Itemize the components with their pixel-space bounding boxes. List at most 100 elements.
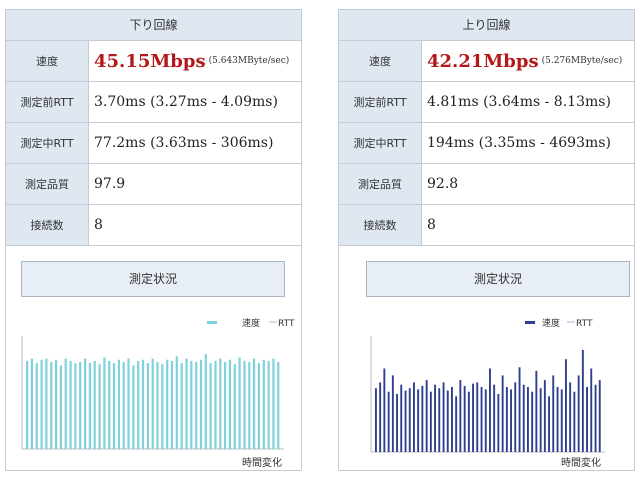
- upload-speed-bar: [451, 387, 453, 452]
- download-connections-row: 接続数 8: [6, 205, 301, 246]
- upload-speed-bar: [539, 388, 542, 452]
- upload-speed-bar: [535, 370, 538, 452]
- upload-speed-bar: [463, 385, 466, 452]
- upload-pre-rtt-label: 測定前RTT: [339, 82, 422, 122]
- upload-speed-bar: [590, 368, 593, 452]
- download-speed-bar: [132, 365, 135, 449]
- upload-quality-label: 測定品質: [339, 164, 422, 204]
- download-speed-bar: [170, 360, 174, 449]
- download-speed-row: 速度 45.15Mbps (5.643MByte/sec): [6, 41, 301, 82]
- upload-speed-bar: [446, 390, 449, 452]
- upload-speed-bar: [598, 380, 601, 452]
- download-speed-bar: [79, 362, 82, 449]
- upload-speed-row: 速度 42.21Mbps (5.276MByte/sec): [339, 41, 634, 82]
- download-quality-value: 97.9: [94, 176, 126, 192]
- upload-mid-rtt-row: 測定中RTT 194ms (3.35ms - 4693ms): [339, 123, 634, 164]
- download-speed-bar: [84, 358, 87, 449]
- upload-speed-bar: [565, 359, 567, 452]
- upload-speed-bar: [425, 380, 428, 452]
- upload-speed-bar: [527, 387, 529, 452]
- upload-speed-bar: [400, 384, 403, 452]
- download-speed-bar: [59, 365, 62, 449]
- download-speed-bar: [180, 363, 183, 449]
- upload-speed-bar: [501, 375, 504, 452]
- download-speed-bar: [277, 362, 280, 449]
- download-speed-bar: [122, 362, 125, 449]
- upload-speed-bar: [438, 388, 441, 452]
- upload-speed-bar: [548, 396, 550, 452]
- download-pre-rtt-label: 測定前RTT: [6, 82, 89, 122]
- download-speed-value: 45.15Mbps (5.643MByte/sec): [89, 41, 301, 81]
- upload-speed-bar: [404, 390, 407, 452]
- download-mid-rtt-label: 測定中RTT: [6, 123, 89, 163]
- upload-quality-value: 92.8: [427, 176, 459, 192]
- upload-speed-bar: [493, 384, 496, 452]
- upload-speed-bar: [573, 391, 576, 452]
- upload-mid-rtt-label: 測定中RTT: [339, 123, 422, 163]
- download-speed-bar: [55, 359, 58, 449]
- upload-speed-bar: [434, 384, 436, 452]
- download-speed-bar: [35, 363, 38, 449]
- download-connections-value: 8: [94, 217, 103, 233]
- download-speed-bar: [137, 360, 140, 449]
- upload-speed-bar: [484, 389, 487, 452]
- download-legend-speed-label: 速度: [242, 317, 260, 329]
- upload-connections-row: 接続数 8: [339, 205, 634, 246]
- download-legend-rtt-label: RTT: [278, 319, 295, 329]
- download-connections-label: 接続数: [6, 205, 89, 245]
- download-speed-bar: [267, 360, 270, 449]
- upload-speed-bar: [379, 382, 382, 452]
- upload-status-button[interactable]: 測定状況: [366, 261, 630, 297]
- upload-speed-bar: [552, 375, 555, 452]
- upload-speed-mbyte: (5.276MByte/sec): [541, 56, 623, 66]
- download-speed-bar: [253, 358, 256, 449]
- download-speed-bar: [156, 362, 159, 449]
- upload-speed-bar: [467, 391, 470, 452]
- download-chart-xlabel: 時間変化: [242, 456, 282, 469]
- download-speed-bar: [195, 362, 198, 449]
- upload-panel: 上り回線 速度 42.21Mbps (5.276MByte/sec) 測定前RT…: [338, 9, 635, 471]
- upload-speed-bar: [417, 389, 420, 452]
- download-speed-bar: [141, 359, 145, 449]
- upload-pre-rtt-row: 測定前RTT 4.81ms (3.64ms - 8.13ms): [339, 82, 634, 123]
- download-speed-bar: [161, 364, 164, 450]
- upload-speed-bar: [594, 384, 597, 452]
- download-speed-bar: [272, 358, 275, 449]
- upload-legend-speed-label: 速度: [542, 317, 560, 329]
- upload-speed-chart: 速度 RTT 時間変化: [370, 317, 605, 469]
- upload-mid-rtt-value: 194ms (3.35ms - 4693ms): [427, 135, 611, 151]
- upload-speed-bar: [413, 382, 415, 452]
- download-speed-bar: [228, 359, 232, 449]
- upload-speed-bar: [522, 384, 525, 452]
- download-speed-bar: [214, 360, 217, 449]
- upload-speed-bar: [429, 391, 432, 452]
- download-speed-label: 速度: [6, 41, 89, 81]
- upload-speed-bar: [510, 389, 512, 452]
- download-speed-bar: [112, 363, 116, 449]
- upload-speed-bar: [480, 387, 483, 452]
- download-speed-bar: [209, 363, 212, 449]
- download-speed-bar: [88, 363, 91, 449]
- download-speed-bar: [257, 363, 260, 449]
- download-panel-title: 下り回線: [6, 10, 301, 41]
- download-status-button[interactable]: 測定状況: [21, 261, 285, 297]
- upload-quality-row: 測定品質 92.8: [339, 164, 634, 205]
- upload-speed-bar: [560, 389, 563, 452]
- download-speed-bar: [74, 363, 77, 449]
- upload-speed-bar: [408, 388, 411, 452]
- upload-speed-bar: [569, 382, 572, 452]
- download-speed-bar: [185, 358, 188, 449]
- upload-connections-label: 接続数: [339, 205, 422, 245]
- download-speed-bar: [248, 362, 251, 449]
- upload-speed-bar: [514, 382, 517, 452]
- download-speed-bar: [224, 362, 227, 449]
- upload-speed-bar: [489, 368, 491, 452]
- upload-connections-value: 8: [427, 217, 436, 233]
- download-speed-bar: [64, 358, 67, 449]
- download-speed-bar: [108, 360, 111, 449]
- upload-speed-bar: [442, 382, 445, 452]
- download-speed-bar: [233, 364, 236, 450]
- download-speed-bar: [117, 359, 120, 449]
- download-speed-bar: [166, 359, 169, 449]
- upload-legend-speed-swatch: [525, 321, 535, 324]
